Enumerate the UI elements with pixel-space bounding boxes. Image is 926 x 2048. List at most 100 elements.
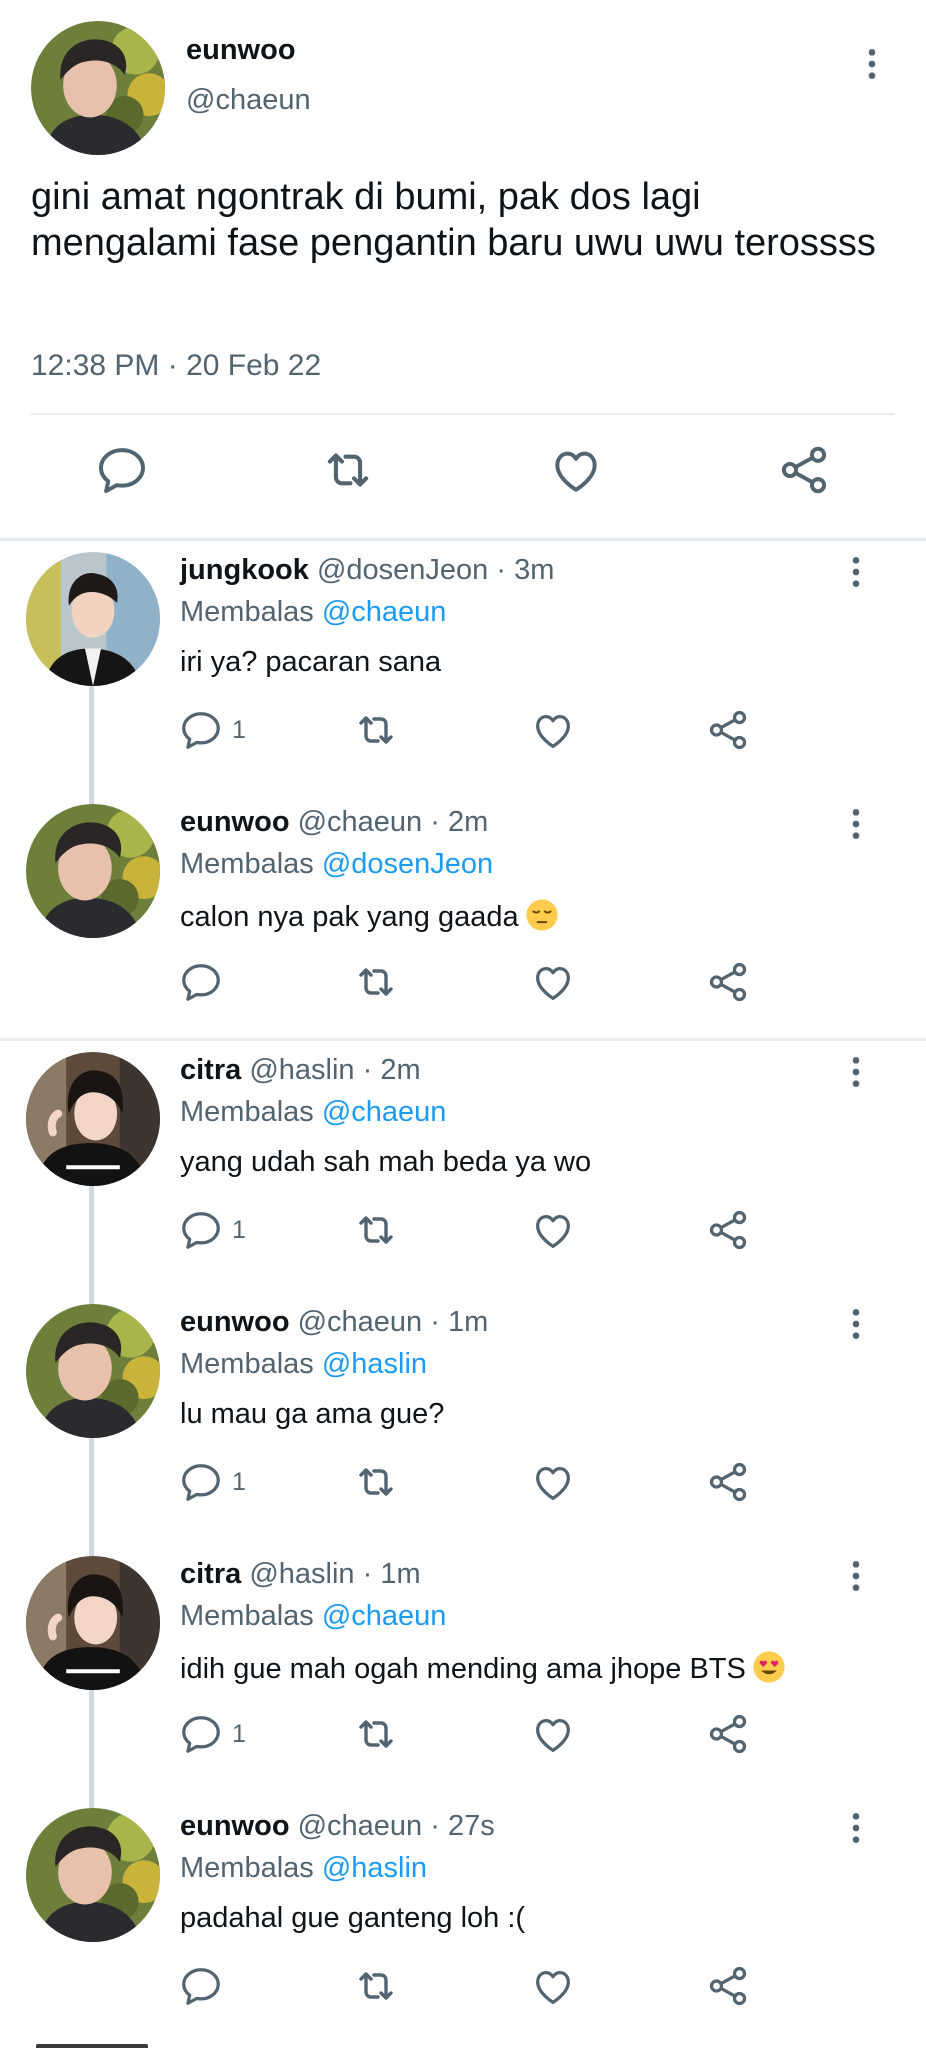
retweet-icon [359,1720,393,1748]
more-options-icon[interactable] [836,1304,876,1348]
retweet-button[interactable] [352,1706,400,1762]
reply-icon [182,964,220,1001]
retweet-button[interactable] [352,702,400,758]
author-name[interactable]: eunwoo [180,1306,290,1338]
avatar[interactable] [26,804,160,938]
retweet-button[interactable] [352,954,400,1010]
share-button[interactable] [705,1958,751,2014]
reply-header: citra @haslin · 1m [180,1558,421,1591]
reply-tweet[interactable]: citra @haslin · 1m Membalas @chaeun idih g… [0,1544,926,1808]
mention-link[interactable]: @chaeun [322,1096,447,1128]
author-handle[interactable]: @haslin [249,1054,354,1086]
like-button[interactable] [530,1454,576,1510]
reply-button[interactable]: 1 [178,1454,246,1510]
like-button[interactable] [530,1706,576,1762]
author-name[interactable]: eunwoo [180,1810,290,1842]
mention-link[interactable]: @chaeun [322,596,447,628]
replying-to: Membalas @chaeun [180,1600,446,1633]
reply-text-container: idih gue mah ogah mending ama jhope BTS [180,1650,786,1686]
reply-actions [0,1958,926,2014]
more-options-icon[interactable] [836,804,876,848]
reply-time[interactable]: 27s [448,1810,495,1842]
more-options-icon[interactable] [836,1052,876,1096]
replying-label: Membalas [180,848,314,880]
separator-dot: · [354,1054,381,1086]
retweet-icon[interactable] [318,440,378,500]
reply-text: padahal gue ganteng loh :( [180,1902,526,1934]
reply-button[interactable]: 1 [178,1706,246,1762]
author-name[interactable]: citra [180,1558,241,1590]
reply-text-container: iri ya? pacaran sana [180,646,441,679]
author-handle[interactable]: @dosenJeon [317,554,488,586]
avatar[interactable] [31,21,165,155]
reply-tweet[interactable]: eunwoo @chaeun · 27s Membalas @haslin pada… [0,1796,926,2048]
reply-time[interactable]: 1m [380,1558,420,1590]
author-handle[interactable]: @chaeun [298,806,423,838]
retweet-icon [359,1216,393,1244]
more-options-icon[interactable] [836,1556,876,1600]
like-icon [536,966,570,1000]
reply-actions [0,954,926,1010]
retweet-button[interactable] [352,1454,400,1510]
author-handle[interactable]: @chaeun [186,84,311,117]
mention-link[interactable]: @haslin [322,1852,427,1884]
reply-tweet[interactable]: eunwoo @chaeun · 2m Membalas @dosenJeon ca… [0,792,926,1044]
avatar[interactable] [26,1052,160,1186]
replying-to: Membalas @haslin [180,1348,427,1381]
more-options-icon[interactable] [836,552,876,596]
reply-tweet[interactable]: jungkook @dosenJeon · 3m Membalas @chaeun… [0,540,926,804]
reply-time[interactable]: 2m [448,806,488,838]
author-name[interactable]: jungkook [180,554,309,586]
author-name[interactable]: eunwoo [186,34,296,67]
reply-time[interactable]: 1m [448,1306,488,1338]
avatar[interactable] [26,1556,160,1690]
author-name[interactable]: citra [180,1054,241,1086]
share-button[interactable] [705,1706,751,1762]
tweet-text: gini amat ngontrak di bumi, pak dos lagi… [31,176,876,264]
reply-button[interactable]: 1 [178,1202,246,1258]
author-handle[interactable]: @chaeun [298,1810,423,1842]
author-name[interactable]: eunwoo [180,806,290,838]
reply-tweet[interactable]: citra @haslin · 2m Membalas @chaeun yang u… [0,1040,926,1304]
mention-link[interactable]: @chaeun [322,1600,447,1632]
reply-button[interactable] [178,1958,232,2014]
avatar[interactable] [26,1808,160,1942]
avatar[interactable] [26,552,160,686]
more-options-icon[interactable] [836,1808,876,1852]
separator-dot: · [422,1306,448,1338]
mention-link[interactable]: @haslin [322,1348,427,1380]
like-button[interactable] [530,954,576,1010]
retweet-icon [359,716,393,744]
author-handle[interactable]: @haslin [249,1558,354,1590]
reply-icon[interactable] [92,440,152,500]
like-button[interactable] [530,1202,576,1258]
share-button[interactable] [705,954,751,1010]
more-options-icon[interactable] [852,44,892,84]
reply-button[interactable]: 1 [178,702,246,758]
reply-actions: 1 [0,1454,926,1510]
like-button[interactable] [530,702,576,758]
like-button[interactable] [530,1958,576,2014]
reply-count: 1 [232,1215,246,1244]
share-icon [709,1210,747,1250]
avatar[interactable] [26,1304,160,1438]
reply-time[interactable]: 3m [514,554,554,586]
share-button[interactable] [705,702,751,758]
replying-label: Membalas [180,1096,314,1128]
like-icon[interactable] [546,440,606,500]
separator-dot: · [354,1558,381,1590]
tweet-timestamp[interactable]: 12:38 PM · 20 Feb 22 [31,349,321,383]
share-icon[interactable] [774,440,834,500]
reply-tweet[interactable]: eunwoo @chaeun · 1m Membalas @haslin lu ma… [0,1292,926,1556]
share-button[interactable] [705,1454,751,1510]
retweet-button[interactable] [352,1958,400,2014]
reply-button[interactable] [178,954,232,1010]
mention-link[interactable]: @dosenJeon [322,848,493,880]
share-icon [709,1462,747,1502]
author-handle[interactable]: @chaeun [298,1306,423,1338]
replying-to: Membalas @chaeun [180,1096,446,1129]
reply-time[interactable]: 2m [380,1054,420,1086]
reply-icon [182,1968,220,2005]
retweet-button[interactable] [352,1202,400,1258]
share-button[interactable] [705,1202,751,1258]
